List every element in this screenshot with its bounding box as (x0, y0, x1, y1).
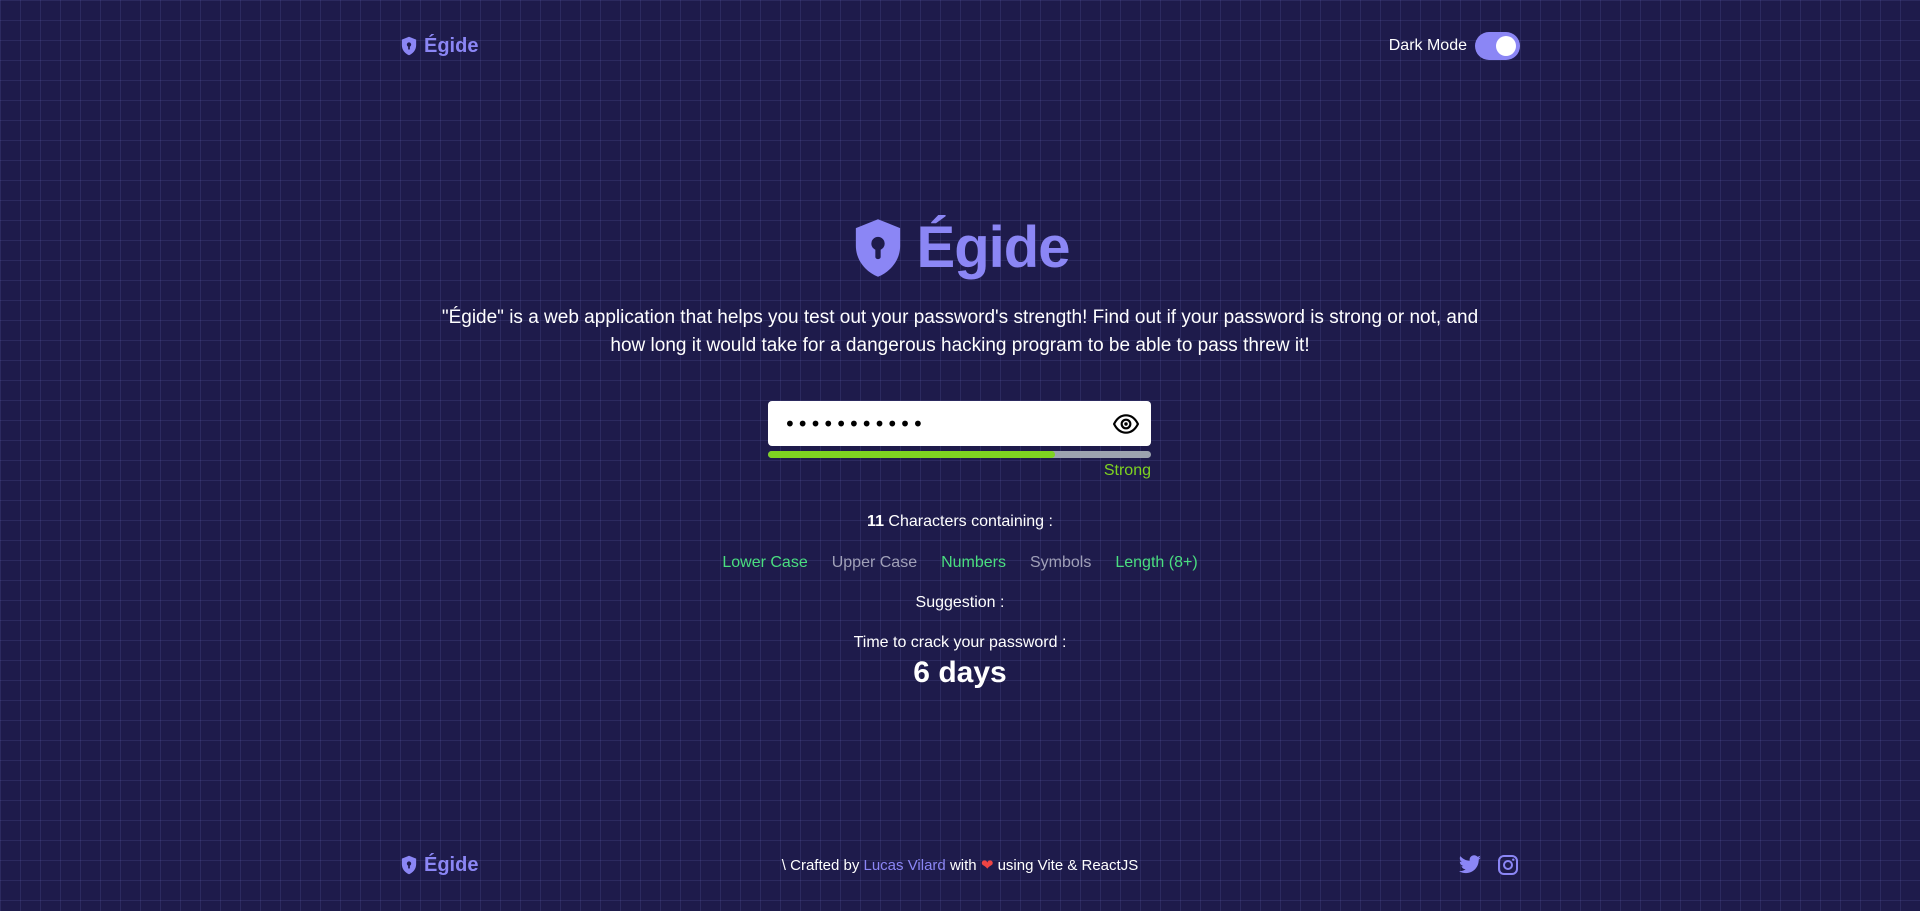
crack-time-value: 6 days (913, 656, 1007, 689)
author-link[interactable]: Lucas Vilard (864, 857, 946, 874)
strength-meter (768, 451, 1151, 458)
criteria-item: Length (8+) (1115, 554, 1198, 571)
shield-lock-icon (401, 855, 417, 875)
character-count-line: 11 Characters containing : (0, 513, 1920, 531)
header-brand[interactable]: Égide (400, 35, 478, 58)
password-input[interactable] (784, 411, 1113, 436)
criteria-item: Lower Case (722, 554, 808, 571)
instagram-icon[interactable] (1496, 853, 1520, 877)
description-line-1: "Égide" is a web application that helps … (441, 307, 1479, 328)
credit-prefix: \ Crafted by (781, 857, 860, 874)
heart-icon: ❤ (980, 857, 994, 874)
credit-with: with (949, 857, 977, 874)
dark-mode-label: Dark Mode (1388, 37, 1467, 54)
footer: Égide \ Crafted by Lucas Vilard with ❤ u… (400, 852, 1520, 878)
criteria-list: Lower Case Upper Case Numbers Symbols Length… (0, 554, 1920, 572)
dark-mode-control: Dark Mode (1389, 32, 1520, 60)
header-brand-name: Égide (424, 34, 479, 57)
strength-meter-fill (768, 451, 1056, 458)
password-field (768, 401, 1151, 446)
character-count: 11 (867, 513, 884, 530)
credit-suffix: using Vite & ReactJS (997, 857, 1139, 874)
page-title: Égide (916, 215, 1071, 280)
social-links (1458, 853, 1520, 877)
twitter-icon[interactable] (1458, 853, 1482, 877)
toggle-knob (1496, 36, 1516, 56)
criteria-item: Symbols (1030, 554, 1092, 571)
app-description: "Égide" is a web application that helps … (400, 304, 1520, 359)
characters-containing-label: Characters containing : (888, 513, 1053, 530)
shield-lock-icon (401, 36, 417, 56)
eye-icon[interactable] (1113, 411, 1139, 437)
footer-brand-name: Égide (424, 853, 479, 876)
suggestion-label: Suggestion : (915, 594, 1005, 611)
footer-credit: \ Crafted by Lucas Vilard with ❤ using V… (400, 856, 1520, 874)
dark-mode-toggle[interactable] (1475, 32, 1520, 60)
strength-label: Strong (1103, 462, 1151, 479)
shield-lock-icon (855, 218, 900, 277)
hero-logo: Égide (0, 214, 1920, 281)
description-line-2: how long it would take for a dangerous h… (610, 334, 1310, 356)
footer-brand[interactable]: Égide (400, 854, 478, 877)
crack-time-label: Time to crack your password : (853, 634, 1067, 651)
header: Égide Dark Mode (400, 30, 1520, 62)
criteria-item: Upper Case (831, 554, 918, 571)
criteria-item: Numbers (941, 554, 1006, 571)
